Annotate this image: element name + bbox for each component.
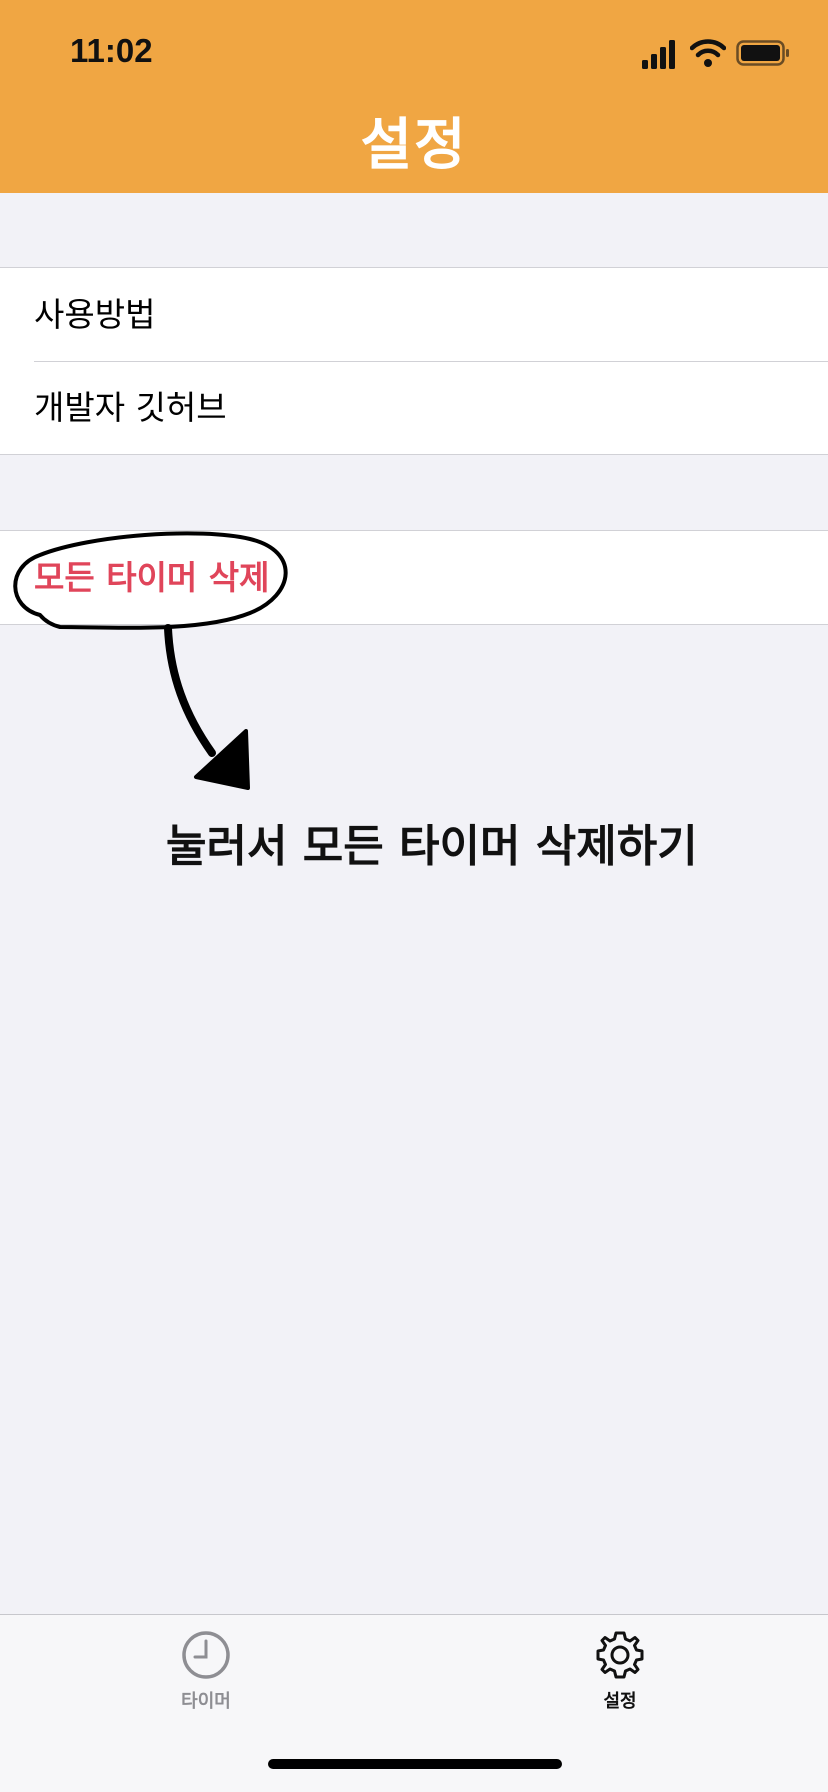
settings-item-label: 개발자 깃허브 <box>34 388 227 427</box>
annotation-text: 눌러서 모든 타이머 삭제하기 <box>166 821 698 872</box>
status-time: 11:02 <box>70 32 153 69</box>
signal-icon <box>642 40 675 69</box>
settings-item-github[interactable]: 개발자 깃허브 <box>0 361 828 454</box>
annotation-circle <box>13 531 288 630</box>
gear-icon <box>596 1631 644 1679</box>
battery-icon <box>736 40 789 66</box>
clock-icon <box>182 1631 230 1679</box>
annotation-arrow-line <box>164 624 216 757</box>
tab-label: 설정 <box>603 1691 637 1712</box>
page-title: 설정 <box>360 113 468 178</box>
wifi-icon <box>690 39 726 67</box>
annotation-drawing <box>13 531 288 790</box>
tab-label: 타이머 <box>181 1691 231 1712</box>
nav-header: 11:02 설정 <box>0 0 828 193</box>
tab-timer[interactable]: 타이머 <box>136 1629 276 1739</box>
tab-settings[interactable]: 설정 <box>550 1629 690 1739</box>
settings-group-info: 사용방법 개발자 깃허브 <box>0 267 828 455</box>
home-indicator[interactable] <box>268 1759 562 1769</box>
settings-item-label: 사용방법 <box>34 295 156 334</box>
settings-item-usage[interactable]: 사용방법 <box>0 268 828 361</box>
